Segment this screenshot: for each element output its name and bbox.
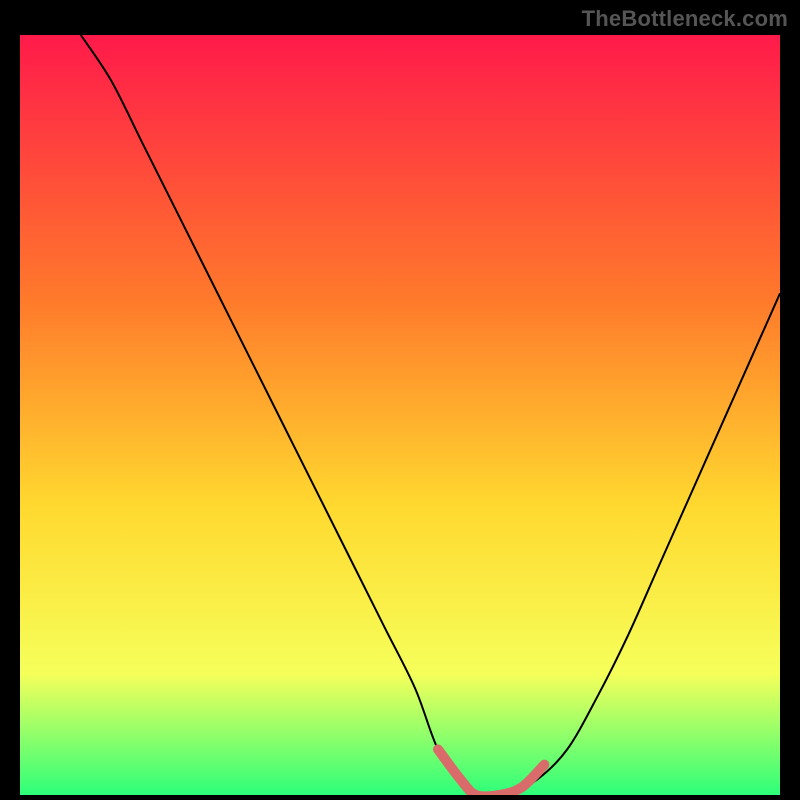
gradient-background <box>20 35 780 795</box>
chart-svg <box>20 35 780 795</box>
chart-frame: TheBottleneck.com <box>0 0 800 800</box>
watermark-text: TheBottleneck.com <box>582 6 788 32</box>
plot-area <box>20 35 780 795</box>
